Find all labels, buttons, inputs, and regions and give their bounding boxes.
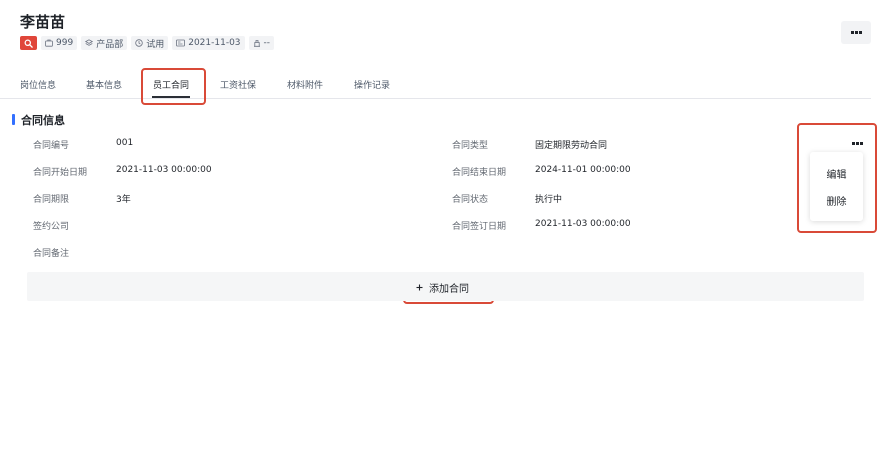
employment-status: 试用	[146, 39, 165, 50]
plus-icon	[416, 284, 423, 291]
id-card-icon	[176, 39, 186, 47]
tab-position-info[interactable]: 岗位信息	[20, 78, 56, 91]
field-value-start-date: 2021-11-03 00:00:00	[116, 165, 212, 175]
status-tag: 试用	[131, 36, 169, 50]
section-accent-bar	[12, 114, 15, 125]
field-value-term: 3年	[116, 195, 131, 205]
building-icon	[253, 40, 260, 47]
hire-date-tag: 2021-11-03	[172, 36, 245, 50]
field-label-sign-date: 合同签订日期	[452, 222, 507, 232]
field-label-remarks: 合同备注	[33, 249, 70, 259]
field-value-sign-date: 2021-11-03 00:00:00	[535, 219, 631, 229]
menu-item-edit[interactable]: 编辑	[810, 166, 863, 181]
contract-more-button[interactable]	[852, 130, 863, 149]
field-label-contract-status: 合同状态	[452, 195, 489, 205]
employee-id: 999	[56, 38, 74, 48]
employee-tags: 999 产品部 试用 2021-11-03 --	[20, 36, 275, 50]
field-label-signing-company: 签约公司	[33, 222, 70, 232]
tab-basic-info[interactable]: 基本信息	[86, 78, 122, 91]
contract-actions-menu: 编辑 删除	[810, 152, 863, 221]
clock-icon	[135, 39, 143, 47]
menu-item-delete[interactable]: 删除	[810, 193, 863, 208]
field-label-start-date: 合同开始日期	[33, 168, 88, 178]
field-label-contract-type: 合同类型	[452, 141, 489, 151]
layers-icon	[85, 39, 94, 46]
company-tag: --	[248, 36, 275, 50]
field-value-contract-status: 执行中	[535, 195, 563, 205]
employee-name: 李苗苗	[20, 13, 66, 31]
add-contract-button[interactable]: 添加合同	[416, 280, 469, 295]
field-label-contract-number: 合同编号	[33, 141, 70, 151]
department: 产品部	[96, 39, 124, 50]
field-value-contract-type: 固定期限劳动合同	[535, 141, 608, 151]
tab-salary-insurance[interactable]: 工资社保	[220, 78, 256, 91]
department-tag: 产品部	[81, 36, 128, 50]
page-more-button[interactable]	[841, 21, 871, 44]
briefcase-icon	[45, 39, 53, 47]
section-title: 合同信息	[21, 114, 65, 127]
field-value-contract-number: 001	[116, 138, 134, 148]
field-value-end-date: 2024-11-01 00:00:00	[535, 165, 631, 175]
employee-id-tag: 999	[41, 36, 78, 50]
add-contract-label: 添加合同	[429, 284, 469, 295]
field-label-end-date: 合同结束日期	[452, 168, 507, 178]
tab-attachments[interactable]: 材料附件	[287, 78, 323, 91]
hire-date: 2021-11-03	[188, 38, 241, 48]
active-tab-indicator	[152, 96, 190, 98]
tab-employee-contract[interactable]: 员工合同	[153, 78, 189, 91]
more-horizontal-icon	[850, 31, 862, 34]
tab-operation-log[interactable]: 操作记录	[354, 78, 390, 91]
field-label-term: 合同期限	[33, 195, 70, 205]
search-icon[interactable]	[20, 36, 37, 50]
company: --	[263, 38, 271, 48]
more-horizontal-icon	[852, 142, 863, 145]
profile-tabs: 岗位信息 基本信息 员工合同 工资社保 材料附件 操作记录	[0, 72, 871, 99]
